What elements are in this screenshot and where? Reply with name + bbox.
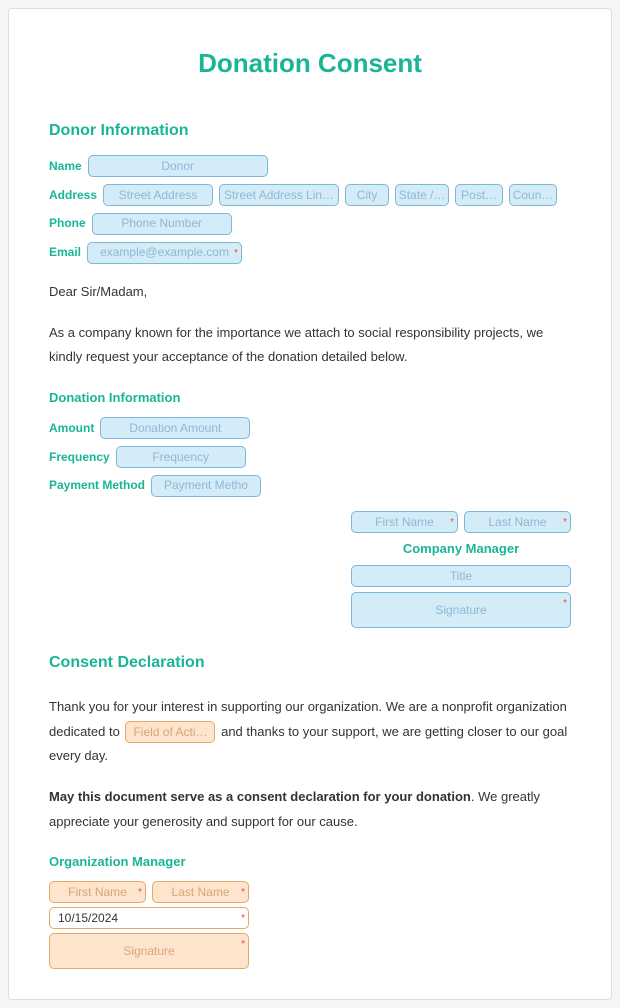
document-page: Donation Consent Donor Information Name … bbox=[8, 8, 612, 1000]
frequency-label: Frequency bbox=[49, 446, 110, 469]
email-input[interactable]: example@example.com bbox=[87, 242, 242, 264]
state-input[interactable]: State /… bbox=[395, 184, 449, 206]
frequency-row: Frequency Frequency bbox=[49, 446, 571, 469]
address-row: Address Street Address Street Address Li… bbox=[49, 184, 571, 207]
org-manager-block: First Name Last Name 10/15/2024 Signatur… bbox=[49, 881, 249, 969]
postal-input[interactable]: Post… bbox=[455, 184, 503, 206]
consent-paragraph-1: Thank you for your interest in supportin… bbox=[49, 695, 571, 769]
country-input[interactable]: Coun… bbox=[509, 184, 557, 206]
street2-input[interactable]: Street Address Lin… bbox=[219, 184, 339, 206]
phone-label: Phone bbox=[49, 212, 86, 235]
street-input[interactable]: Street Address bbox=[103, 184, 213, 206]
address-label: Address bbox=[49, 184, 97, 207]
mgr-title-input[interactable]: Title bbox=[351, 565, 571, 587]
org-manager-heading: Organization Manager bbox=[49, 850, 571, 875]
city-input[interactable]: City bbox=[345, 184, 389, 206]
consent-heading: Consent Declaration bbox=[49, 648, 571, 678]
payment-label: Payment Method bbox=[49, 474, 145, 497]
org-signature-input[interactable]: Signature bbox=[49, 933, 249, 969]
date-value: 10/15/2024 bbox=[58, 907, 118, 930]
payment-input[interactable]: Payment Metho bbox=[151, 475, 261, 497]
company-manager-block: First Name Last Name Company Manager Tit… bbox=[351, 511, 571, 628]
frequency-input[interactable]: Frequency bbox=[116, 446, 246, 468]
date-input[interactable]: 10/15/2024 bbox=[49, 907, 249, 929]
phone-input[interactable]: Phone Number bbox=[92, 213, 232, 235]
email-row: Email example@example.com bbox=[49, 241, 571, 264]
phone-row: Phone Phone Number bbox=[49, 212, 571, 235]
greeting: Dear Sir/Madam, bbox=[49, 280, 571, 305]
consent-paragraph-2: May this document serve as a consent dec… bbox=[49, 785, 571, 834]
page-title: Donation Consent bbox=[49, 39, 571, 88]
intro-paragraph: As a company known for the importance we… bbox=[49, 321, 571, 370]
consent-bold: May this document serve as a consent dec… bbox=[49, 789, 471, 804]
email-label: Email bbox=[49, 241, 81, 264]
donor-info-heading: Donor Information bbox=[49, 116, 571, 146]
amount-input[interactable]: Donation Amount bbox=[100, 417, 250, 439]
donor-name-input[interactable]: Donor bbox=[88, 155, 268, 177]
company-manager-label: Company Manager bbox=[351, 537, 571, 562]
mgr-first-input[interactable]: First Name bbox=[351, 511, 458, 533]
amount-label: Amount bbox=[49, 417, 94, 440]
mgr-last-input[interactable]: Last Name bbox=[464, 511, 571, 533]
amount-row: Amount Donation Amount bbox=[49, 417, 571, 440]
name-label: Name bbox=[49, 155, 82, 178]
org-last-input[interactable]: Last Name bbox=[152, 881, 249, 903]
mgr-signature-input[interactable]: Signature bbox=[351, 592, 571, 628]
org-first-input[interactable]: First Name bbox=[49, 881, 146, 903]
payment-row: Payment Method Payment Metho bbox=[49, 474, 571, 497]
donation-info-heading: Donation Information bbox=[49, 386, 571, 411]
field-activity-input[interactable]: Field of Acti… bbox=[125, 721, 215, 743]
name-row: Name Donor bbox=[49, 155, 571, 178]
